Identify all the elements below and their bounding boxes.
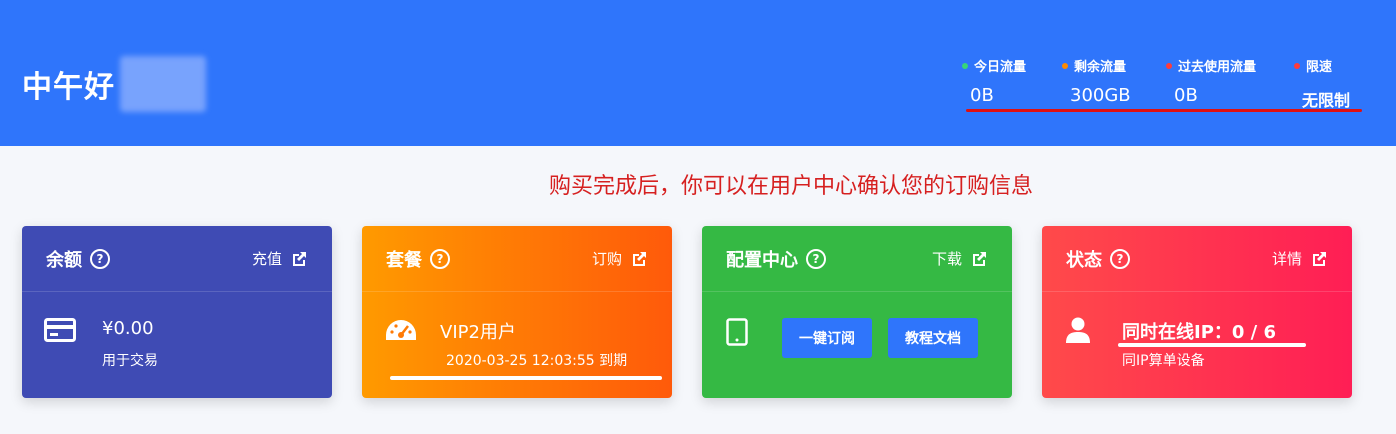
help-icon[interactable]: ? [1110, 248, 1130, 269]
external-link-icon [973, 251, 986, 266]
expiry-underline [390, 376, 662, 380]
online-underline [1118, 343, 1306, 347]
help-icon[interactable]: ? [90, 248, 110, 269]
stat-label: 今日流量 [974, 60, 1027, 75]
status-subtitle: 同IP算单设备 [1122, 353, 1205, 369]
credit-card-icon [44, 318, 76, 342]
card-action-label: 订购 [591, 250, 622, 268]
red-dot-icon [1166, 62, 1172, 69]
stat-value: 0B [970, 85, 994, 106]
balance-amount: ¥0.00 [102, 318, 154, 339]
user-icon [1066, 317, 1090, 343]
external-link-icon [633, 251, 646, 266]
tutorial-docs-button[interactable]: 教程文档 [888, 318, 978, 358]
stat-value: 300GB [1070, 85, 1131, 106]
online-ip-count: 同时在线IP：0 / 6 [1122, 322, 1277, 343]
card-title: 套餐 [386, 249, 422, 271]
orange-dot-icon [1062, 62, 1068, 69]
stat-past-traffic: 过去使用流量 0B [1166, 56, 1256, 106]
card-action-label: 详情 [1271, 250, 1302, 268]
stats-underline [966, 109, 1362, 112]
card-status: 状态? 详情 同时在线IP：0 / 6 同IP算单设备 [1042, 226, 1352, 398]
card-title: 余额 [46, 249, 82, 271]
one-click-subscribe-button[interactable]: 一键订阅 [782, 318, 872, 358]
card-action-label: 充值 [251, 250, 282, 268]
stat-speed-limit: 限速 无限制 [1294, 56, 1350, 111]
header-banner: 中午好 今日流量 0B 剩余流量 300GB 过去使用流量 0B 限速 无限制 [0, 0, 1396, 146]
stat-label: 过去使用流量 [1178, 60, 1257, 75]
recharge-link[interactable]: 充值 [252, 248, 308, 269]
stat-label: 剩余流量 [1074, 60, 1127, 75]
card-action-label: 下载 [931, 250, 962, 268]
purchase-notice: 购买完成后，你可以在用户中心确认您的订购信息 [548, 174, 1033, 199]
stat-today-traffic: 今日流量 0B [962, 56, 1026, 106]
balance-subtitle: 用于交易 [102, 353, 158, 369]
speedometer-icon [386, 320, 416, 340]
stat-remaining-traffic: 剩余流量 300GB [1062, 56, 1131, 106]
card-balance: 余额? 充值 ¥0.00 用于交易 [22, 226, 332, 398]
details-link[interactable]: 详情 [1272, 248, 1328, 269]
blurred-username [120, 56, 206, 112]
red-dot-icon [1294, 62, 1300, 69]
external-link-icon [1313, 251, 1326, 266]
stat-value: 0B [1174, 85, 1198, 106]
subscribe-plan-link[interactable]: 订购 [592, 248, 648, 269]
card-title: 配置中心 [726, 249, 798, 271]
green-dot-icon [962, 62, 968, 69]
help-icon[interactable]: ? [430, 248, 450, 269]
help-icon[interactable]: ? [806, 248, 826, 269]
greeting-text: 中午好 [22, 70, 115, 105]
tablet-icon [726, 318, 748, 346]
external-link-icon [293, 251, 306, 266]
plan-expiry: 2020-03-25 12:03:55 到期 [446, 353, 628, 369]
plan-name: VIP2用户 [440, 322, 516, 343]
download-link[interactable]: 下载 [932, 248, 988, 269]
card-title: 状态 [1066, 249, 1102, 271]
stat-value: 无限制 [1302, 91, 1351, 110]
card-config: 配置中心? 下载 一键订阅 教程文档 [702, 226, 1012, 398]
stat-label: 限速 [1306, 60, 1333, 75]
card-plan: 套餐? 订购 VIP2用户 2020-03-25 12:03:55 到期 [362, 226, 672, 398]
